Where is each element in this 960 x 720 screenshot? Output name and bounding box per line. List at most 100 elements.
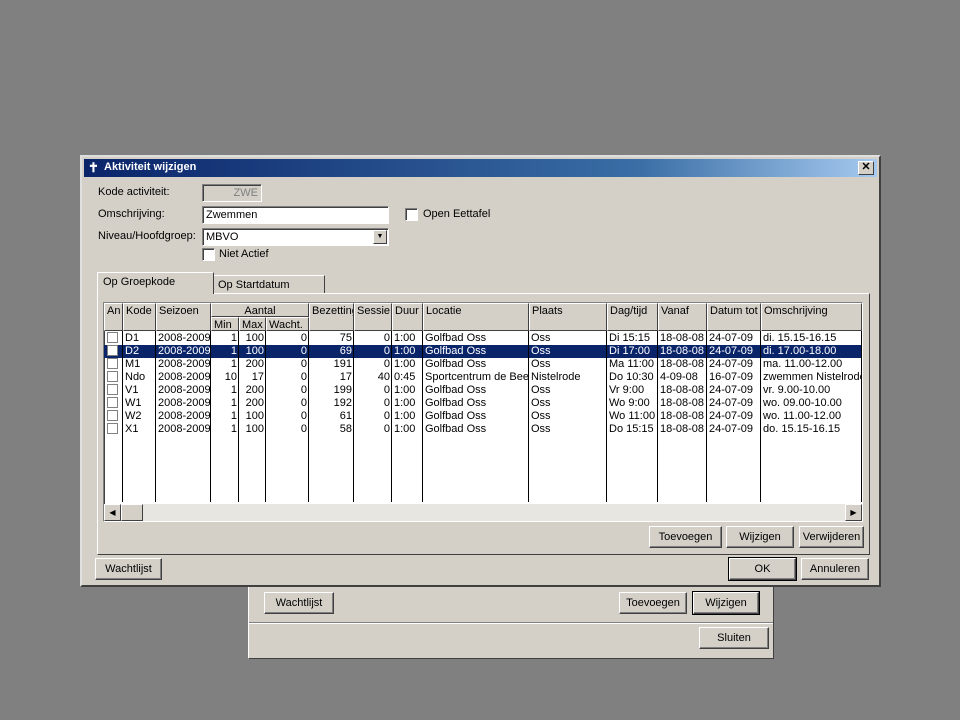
col-header-duur[interactable]: Duur xyxy=(392,303,423,331)
close-button[interactable]: ✕ xyxy=(858,161,874,175)
col-header-tot[interactable]: Datum tot xyxy=(707,303,761,331)
activity-grid[interactable]: An Kode Seizoen Bezetting Sessie Duur Locatie P… xyxy=(103,302,863,522)
niet-actief-checkbox[interactable] xyxy=(202,248,215,261)
grid-line xyxy=(391,331,392,502)
col-header-sessie[interactable]: Sessie xyxy=(354,303,392,331)
table-row[interactable]: W1 2008-2009 1 200 0 192 0 1:00 Golfbad Oss Oss Wo… xyxy=(104,397,862,410)
cell-bez: 191 xyxy=(333,358,352,370)
omschrijving-input[interactable]: Zwemmen xyxy=(202,206,389,224)
col-header-min[interactable]: Min xyxy=(211,317,239,331)
cell-wacht: 0 xyxy=(300,358,307,370)
kode-field: ZWE xyxy=(202,184,262,202)
table-row[interactable]: M1 2008-2009 1 200 0 191 0 1:00 Golfbad Oss Oss Ma… xyxy=(104,358,862,371)
niet-actief-label: Niet Actief xyxy=(219,248,269,260)
tab-panel: An Kode Seizoen Bezetting Sessie Duur Locatie P… xyxy=(97,293,870,555)
cell-plaats: Oss xyxy=(531,410,551,422)
scroll-thumb[interactable] xyxy=(121,504,143,521)
row-checkbox[interactable] xyxy=(107,397,118,408)
row-checkbox[interactable] xyxy=(107,384,118,395)
cell-tot: 24-07-09 xyxy=(709,358,754,370)
chevron-down-icon[interactable]: ▼ xyxy=(373,230,387,244)
cell-oms: ma. 11.00-12.00 xyxy=(763,358,843,370)
row-checkbox[interactable] xyxy=(107,371,118,382)
cell-dag: Do 15:15 xyxy=(609,423,654,435)
row-checkbox[interactable] xyxy=(107,410,118,421)
bg-wijzigen-button[interactable]: Wijzigen xyxy=(692,591,760,615)
bg-wachtlijst-button[interactable]: Wachtlijst xyxy=(264,592,334,614)
col-header-seizoen[interactable]: Seizoen xyxy=(156,303,211,331)
cell-vanaf: 18-08-08 xyxy=(660,332,705,344)
tab-op-groepkode[interactable]: Op Groepkode xyxy=(97,272,214,294)
tab-op-startdatum[interactable]: Op Startdatum xyxy=(212,275,325,293)
col-header-oms[interactable]: Omschrijving xyxy=(761,303,862,331)
cell-dag: Wo 9:00 xyxy=(609,397,650,409)
table-row[interactable]: D1 2008-2009 1 100 0 75 0 1:00 Golfbad Oss Oss Di … xyxy=(104,332,862,345)
cell-sessie: 0 xyxy=(383,345,390,357)
cell-oms: zwemmen Nistelrode xyxy=(763,371,862,383)
title-bar[interactable]: ✝ Aktiviteit wijzigen ✕ xyxy=(84,159,877,177)
cell-plaats: Oss xyxy=(531,384,551,396)
row-checkbox[interactable] xyxy=(107,345,118,356)
wachtlijst-button[interactable]: Wachtlijst xyxy=(95,558,162,580)
table-row[interactable]: V1 2008-2009 1 200 0 199 0 1:00 Golfbad Oss Oss Vr… xyxy=(104,384,862,397)
col-header-aantal[interactable]: Aantal xyxy=(211,303,309,317)
cell-duur: 1:00 xyxy=(394,410,416,422)
verwijderen-button[interactable]: Verwijderen xyxy=(799,526,864,548)
cell-kode: D1 xyxy=(125,332,140,344)
col-header-locatie[interactable]: Locatie xyxy=(423,303,529,331)
cell-max: 17 xyxy=(251,371,264,383)
col-header-max[interactable]: Max xyxy=(239,317,266,331)
cell-min: 1 xyxy=(230,332,237,344)
grid-line xyxy=(422,331,423,502)
cell-sessie: 0 xyxy=(383,384,390,396)
row-checkbox[interactable] xyxy=(107,423,118,434)
grid-line xyxy=(353,331,354,502)
col-header-wacht[interactable]: Wacht. xyxy=(266,317,309,331)
grid-line xyxy=(308,331,309,502)
grid-line xyxy=(238,331,239,502)
cell-dag: Vr 9:00 xyxy=(609,384,645,396)
cell-wacht: 0 xyxy=(300,371,307,383)
ok-button[interactable]: OK xyxy=(728,557,797,581)
table-row[interactable]: D2 2008-2009 1 100 0 69 0 1:00 Golfbad Oss Oss Di … xyxy=(104,345,862,358)
row-checkbox[interactable] xyxy=(107,332,118,343)
grid-line xyxy=(122,331,123,502)
cell-min: 10 xyxy=(224,371,237,383)
open-eettafel-label: Open Eettafel xyxy=(423,208,491,220)
omschrijving-label: Omschrijving: xyxy=(98,208,165,220)
grid-line xyxy=(528,331,529,502)
row-checkbox[interactable] xyxy=(107,358,118,369)
cell-plaats: Nistelrode xyxy=(531,371,581,383)
toevoegen-button[interactable]: Toevoegen xyxy=(649,526,722,548)
cell-wacht: 0 xyxy=(300,345,307,357)
col-header-an[interactable]: An xyxy=(104,303,123,331)
bg-sluiten-button[interactable]: Sluiten xyxy=(699,627,769,649)
col-header-plaats[interactable]: Plaats xyxy=(529,303,607,331)
cell-wacht: 0 xyxy=(300,397,307,409)
cell-seizoen: 2008-2009 xyxy=(158,358,211,370)
table-row[interactable]: W2 2008-2009 1 100 0 61 0 1:00 Golfbad Oss Oss Wo … xyxy=(104,410,862,423)
cell-bez: 17 xyxy=(339,371,352,383)
col-header-bez[interactable]: Bezetting xyxy=(309,303,354,331)
table-row[interactable]: X1 2008-2009 1 100 0 58 0 1:00 Golfbad Oss Oss Do … xyxy=(104,423,862,436)
cell-oms: vr. 9.00-10.00 xyxy=(763,384,831,396)
niveau-label: Niveau/Hoofdgroep: xyxy=(98,230,196,242)
col-header-vanaf[interactable]: Vanaf xyxy=(658,303,707,331)
cell-dag: Ma 11:00 xyxy=(609,358,655,370)
cell-locatie: Golfbad Oss xyxy=(425,384,487,396)
scroll-left-icon[interactable]: ◀ xyxy=(104,504,121,521)
horizontal-scrollbar[interactable]: ◀ ▶ xyxy=(104,504,862,521)
scroll-right-icon[interactable]: ▶ xyxy=(845,504,862,521)
grid-line xyxy=(606,331,607,502)
annuleren-button[interactable]: Annuleren xyxy=(801,558,869,580)
niveau-select[interactable]: MBVO ▼ xyxy=(202,228,389,246)
col-header-dag[interactable]: Dag/tijd xyxy=(607,303,658,331)
cell-dag: Di 17:00 xyxy=(609,345,650,357)
wijzigen-button[interactable]: Wijzigen xyxy=(726,526,794,548)
bg-toevoegen-button[interactable]: Toevoegen xyxy=(619,592,687,614)
table-row[interactable]: Ndo 2008-2009 10 17 0 17 40 0:45 Sportcentrum de… xyxy=(104,371,862,384)
cell-min: 1 xyxy=(230,397,237,409)
col-header-kode[interactable]: Kode xyxy=(123,303,156,331)
cell-locatie: Golfbad Oss xyxy=(425,423,487,435)
open-eettafel-checkbox[interactable] xyxy=(405,208,418,221)
